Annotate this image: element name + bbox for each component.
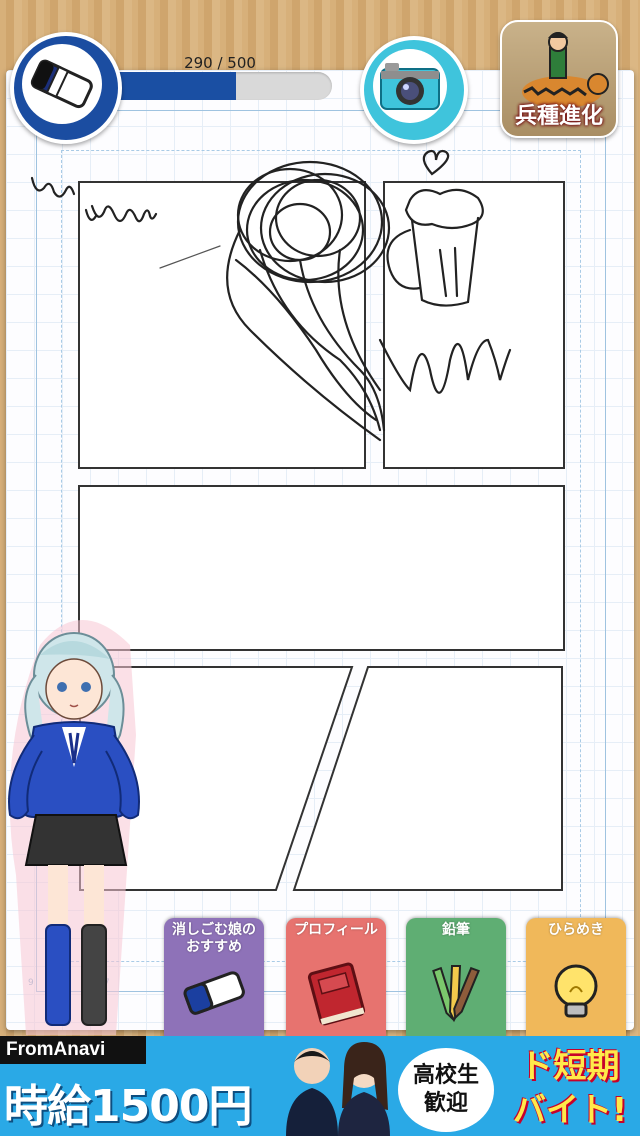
eraser-girl-character[interactable] bbox=[0, 615, 160, 1040]
lightbulb-icon bbox=[554, 964, 598, 1018]
ad-banner[interactable]: FromAnavi 時給1500円 高校生 歓迎 ド短期 バイト! bbox=[0, 1036, 640, 1136]
eraser-button[interactable] bbox=[10, 32, 122, 144]
tab-label: 鉛筆 bbox=[442, 922, 470, 938]
ad-bubble-text: 高校生 歓迎 bbox=[398, 1048, 494, 1132]
camera-icon bbox=[373, 49, 447, 123]
tab-label: 消しごむ娘の おすすめ bbox=[172, 922, 256, 955]
tab-profile[interactable]: プロフィール bbox=[286, 918, 386, 1042]
ad-students-photo bbox=[286, 1042, 390, 1136]
camera-button[interactable] bbox=[360, 36, 468, 144]
eraser-durability-bar bbox=[104, 72, 332, 100]
ad-app-icon[interactable]: 兵種進化 bbox=[500, 20, 618, 138]
eraser-icon bbox=[183, 971, 245, 1015]
pencils-icon bbox=[432, 965, 480, 1023]
comic-panel-2[interactable] bbox=[383, 181, 565, 469]
ad-promo-text: ド短期 バイト! bbox=[512, 1046, 628, 1129]
book-icon bbox=[307, 962, 366, 1026]
eraser-durability-fill bbox=[104, 72, 237, 100]
tab-recommendations[interactable]: 消しごむ娘の おすすめ bbox=[164, 918, 264, 1042]
ad-app-icon-label: 兵種進化 bbox=[514, 104, 603, 129]
ad-wage-text: 時給1500円 bbox=[4, 1081, 252, 1132]
tab-pencil[interactable]: 鉛筆 bbox=[406, 918, 506, 1042]
tab-inspiration[interactable]: ひらめき bbox=[526, 918, 626, 1042]
eraser-icon bbox=[22, 44, 102, 124]
tab-label: プロフィール bbox=[294, 922, 378, 938]
comic-panel-1[interactable] bbox=[78, 181, 366, 469]
ad-brand-label: FromAnavi bbox=[0, 1036, 146, 1064]
eraser-durability-text: 290 / 500 bbox=[184, 54, 256, 72]
tab-label: ひらめき bbox=[548, 922, 604, 938]
